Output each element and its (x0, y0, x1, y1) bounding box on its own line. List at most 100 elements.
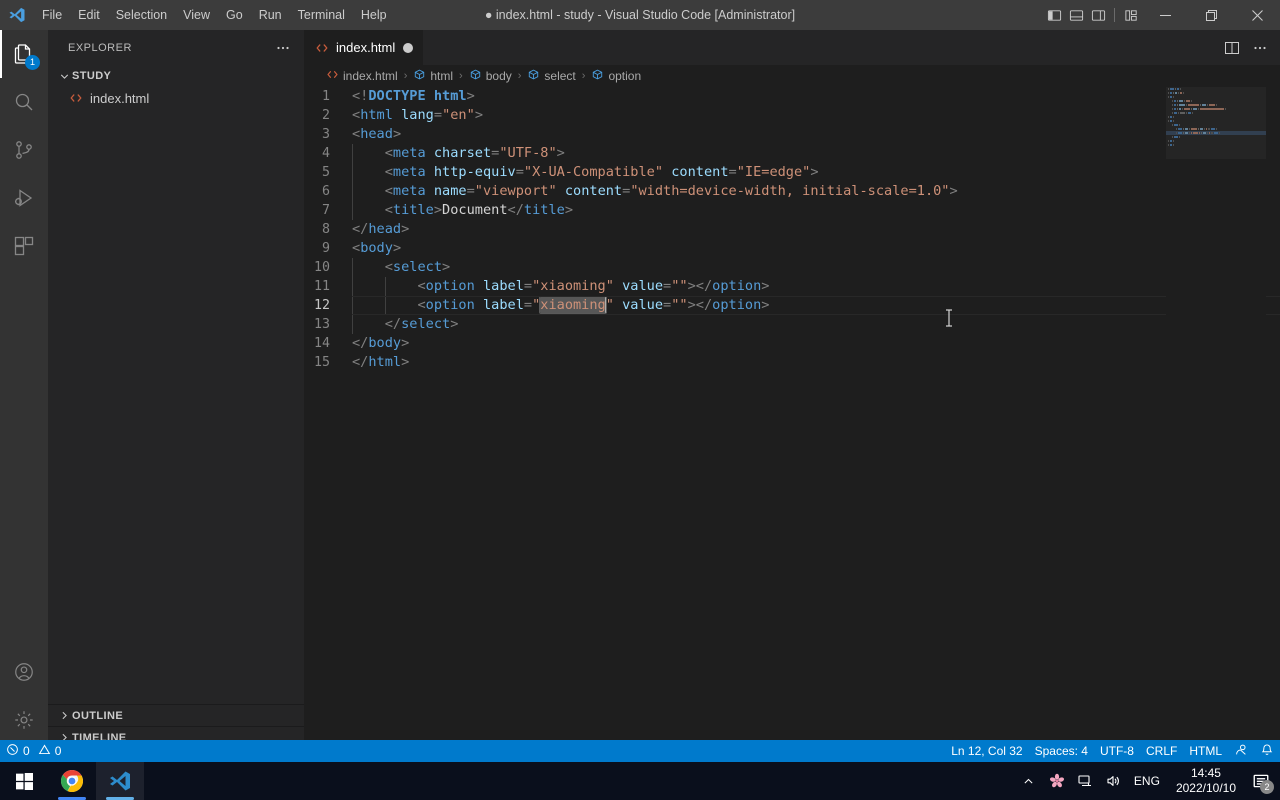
breadcrumb-item-html[interactable]: html (411, 68, 455, 84)
flower-icon[interactable] (1044, 762, 1070, 800)
menu-selection[interactable]: Selection (108, 0, 175, 30)
token-punct: > (433, 202, 443, 218)
toggle-primary-sidebar-icon[interactable] (1043, 0, 1065, 30)
breadcrumb-item-body[interactable]: body (467, 68, 514, 84)
split-editor-right-icon[interactable] (1218, 30, 1246, 65)
code-line[interactable]: 15 </html> (304, 353, 1280, 372)
line-content[interactable]: </html> (352, 353, 1280, 372)
code-line[interactable]: 9 <body> (304, 239, 1280, 258)
menu-terminal[interactable]: Terminal (290, 0, 353, 30)
notification-badge-count: 2 (1260, 780, 1274, 794)
activity-search[interactable] (0, 78, 48, 126)
line-content[interactable]: <meta http-equiv="X-UA-Compatible" conte… (352, 163, 1280, 182)
code-line[interactable]: 2 <html lang="en"> (304, 106, 1280, 125)
maximize-restore-button[interactable] (1188, 0, 1234, 30)
code-lines[interactable]: 1 <!DOCTYPE html> 2 <html lang="en"> 3 <head>… (304, 87, 1280, 748)
editor-scrollbar[interactable] (1266, 87, 1280, 748)
menu-view[interactable]: View (175, 0, 218, 30)
status-notifications[interactable] (1254, 740, 1280, 762)
code-line[interactable]: 6 <meta name="viewport" content="width=d… (304, 182, 1280, 201)
ellipsis-icon[interactable] (272, 37, 294, 59)
tab-dirty-indicator[interactable] (403, 42, 414, 53)
code-line[interactable]: 4 <meta charset="UTF-8"> (304, 144, 1280, 163)
toggle-panel-icon[interactable] (1065, 0, 1087, 30)
activity-explorer[interactable]: 1 (0, 30, 48, 78)
speaker-icon[interactable] (1100, 762, 1126, 800)
status-encoding[interactable]: UTF-8 (1094, 740, 1140, 762)
customize-layout-icon[interactable] (1120, 0, 1142, 30)
start-button[interactable] (0, 762, 48, 800)
toggle-secondary-sidebar-icon[interactable] (1087, 0, 1109, 30)
token-tag: option (712, 278, 762, 294)
more-editor-actions-icon[interactable] (1246, 30, 1274, 65)
code-editor[interactable]: 1 <!DOCTYPE html> 2 <html lang="en"> 3 <head>… (304, 87, 1280, 748)
line-content[interactable]: <html lang="en"> (352, 106, 1280, 125)
activity-source-control[interactable] (0, 126, 48, 174)
activity-extensions[interactable] (0, 222, 48, 270)
status-cursor-position[interactable]: Ln 12, Col 32 (945, 740, 1028, 762)
breadcrumb-item-option[interactable]: option (589, 68, 643, 84)
status-feedback[interactable] (1228, 740, 1254, 762)
menu-bar[interactable]: File Edit Selection View Go Run Terminal… (34, 0, 395, 30)
tray-language[interactable]: ENG (1128, 774, 1166, 788)
panel-outline[interactable]: OUTLINE (48, 704, 304, 726)
line-content[interactable]: <!DOCTYPE html> (352, 87, 1280, 106)
activity-accounts[interactable] (0, 648, 48, 696)
taskbar-chrome[interactable] (48, 762, 96, 800)
token-str: "" (671, 297, 688, 313)
line-content[interactable]: <meta charset="UTF-8"> (352, 144, 1280, 163)
chevron-up-icon[interactable] (1016, 762, 1042, 800)
tray-clock[interactable]: 14:45 2022/10/10 (1168, 762, 1244, 800)
token-attr: label (482, 278, 524, 294)
activity-settings[interactable] (0, 696, 48, 744)
token-attr: lang (401, 107, 434, 123)
tab-index-html[interactable]: index.html (304, 30, 425, 65)
line-content[interactable]: </head> (352, 220, 1280, 239)
line-content[interactable]: <title>Document</title> (352, 201, 1280, 220)
bell-icon (1260, 743, 1274, 760)
status-eol[interactable]: CRLF (1140, 740, 1183, 762)
token-text: Document (442, 202, 508, 218)
line-content[interactable]: </select> (352, 315, 1280, 334)
menu-edit[interactable]: Edit (70, 0, 108, 30)
code-line[interactable]: 8 </head> (304, 220, 1280, 239)
status-language-mode[interactable]: HTML (1183, 740, 1228, 762)
line-content[interactable]: <select> (352, 258, 1280, 277)
menu-help[interactable]: Help (353, 0, 395, 30)
code-line[interactable]: 3 <head> (304, 125, 1280, 144)
code-line[interactable]: 12 <option label="xiaoming" value=""></o… (304, 296, 1280, 315)
code-line[interactable]: 1 <!DOCTYPE html> (304, 87, 1280, 106)
line-content[interactable]: <head> (352, 125, 1280, 144)
line-content[interactable]: <body> (352, 239, 1280, 258)
minimize-button[interactable] (1142, 0, 1188, 30)
network-icon[interactable] (1072, 762, 1098, 800)
code-line[interactable]: 14 </body> (304, 334, 1280, 353)
file-item-index-html[interactable]: index.html (48, 87, 304, 109)
code-line[interactable]: 13 </select> (304, 315, 1280, 334)
notification-icon[interactable]: 2 (1246, 762, 1276, 800)
code-line[interactable]: 11 <option label="xiaoming" value=""></o… (304, 277, 1280, 296)
minimap-slider[interactable] (1166, 87, 1266, 159)
status-problems[interactable]: 0 0 (0, 740, 67, 762)
code-line[interactable]: 5 <meta http-equiv="X-UA-Compatible" con… (304, 163, 1280, 182)
line-content[interactable]: <option label="xiaoming" value=""></opti… (352, 296, 1280, 315)
code-line[interactable]: 7 <title>Document</title> (304, 201, 1280, 220)
line-content[interactable]: </body> (352, 334, 1280, 353)
token-tag: meta (392, 164, 426, 180)
line-number: 1 (321, 89, 330, 104)
tab-label: index.html (336, 40, 396, 55)
activity-run-debug[interactable] (0, 174, 48, 222)
minimap[interactable] (1166, 87, 1266, 748)
breadcrumb-item-select[interactable]: select (525, 68, 577, 84)
breadcrumb-item-file[interactable]: index.html (324, 68, 400, 84)
line-content[interactable]: <meta name="viewport" content="width=dev… (352, 182, 1280, 201)
taskbar-vscode[interactable] (96, 762, 144, 800)
line-content[interactable]: <option label="xiaoming" value=""></opti… (352, 277, 1280, 296)
code-line[interactable]: 10 <select> (304, 258, 1280, 277)
menu-go[interactable]: Go (218, 0, 251, 30)
close-button[interactable] (1234, 0, 1280, 30)
folder-study[interactable]: STUDY (48, 65, 304, 87)
menu-run[interactable]: Run (251, 0, 290, 30)
status-indentation[interactable]: Spaces: 4 (1029, 740, 1094, 762)
menu-file[interactable]: File (34, 0, 70, 30)
